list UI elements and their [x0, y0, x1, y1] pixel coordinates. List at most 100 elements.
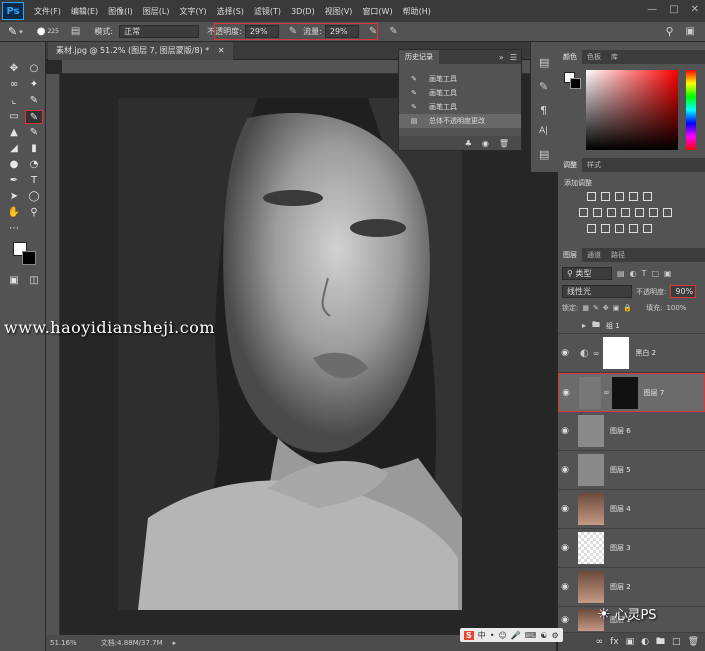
canvas-area[interactable]: [60, 74, 556, 635]
eye-icon[interactable]: ◉: [558, 582, 572, 592]
move-tool-icon[interactable]: ✥: [5, 62, 23, 76]
pressure-size-icon[interactable]: ✎: [389, 26, 397, 37]
blend-mode-select[interactable]: 线性光: [562, 285, 632, 298]
punctuation-icon[interactable]: •: [490, 631, 495, 640]
layer-thumbnail[interactable]: [579, 376, 601, 409]
lock-pixels-icon[interactable]: ✎: [593, 304, 599, 312]
emoji-icon[interactable]: ☺: [498, 631, 506, 640]
eye-icon[interactable]: ◉: [558, 543, 572, 553]
ime-mode-label[interactable]: 中: [478, 630, 486, 641]
posterize-icon[interactable]: [601, 224, 610, 233]
color-balance-icon[interactable]: [593, 208, 602, 217]
history-item[interactable]: ✎ 画笔工具: [399, 100, 521, 114]
layer-row[interactable]: ◉ ◐ ∞ 黑白 2: [558, 334, 705, 373]
menu-type[interactable]: 文字(Y): [179, 6, 206, 17]
tab-layers[interactable]: 图层: [558, 248, 582, 262]
new-layer-icon[interactable]: □: [672, 637, 681, 647]
layer-row-selected[interactable]: ◉ ∞ 图层 7: [558, 373, 705, 412]
curves-icon[interactable]: [615, 192, 624, 201]
magic-wand-icon[interactable]: ✦: [25, 78, 43, 92]
search-icon[interactable]: ⚲: [665, 25, 673, 38]
tab-styles[interactable]: 样式: [582, 158, 606, 172]
fill-value[interactable]: 100%: [666, 304, 686, 312]
history-panel-icon[interactable]: ▤: [539, 56, 549, 69]
zoom-level[interactable]: 51.16%: [50, 639, 77, 647]
crop-tool-icon[interactable]: ⌞: [5, 94, 23, 108]
tab-libraries[interactable]: 库: [606, 50, 623, 64]
eraser-icon[interactable]: ◢: [5, 142, 23, 156]
exposure-icon[interactable]: [629, 192, 638, 201]
workspace-icon[interactable]: ▣: [686, 26, 695, 37]
layer-thumbnail[interactable]: [578, 415, 604, 447]
gradient-tool-icon[interactable]: ▮: [25, 142, 43, 156]
menu-3d[interactable]: 3D(D): [291, 7, 315, 16]
brush-settings-icon[interactable]: ✎: [539, 80, 548, 93]
menu-help[interactable]: 帮助(H): [403, 6, 431, 17]
pixel-filter-icon[interactable]: ▤: [617, 269, 625, 278]
menu-icon[interactable]: ☰: [510, 53, 517, 62]
new-adjustment-icon[interactable]: ◐: [641, 637, 649, 647]
trash-icon[interactable]: 🗑: [688, 637, 699, 647]
type-filter-icon[interactable]: T: [642, 269, 647, 278]
new-document-from-state-icon[interactable]: ♣: [465, 139, 472, 148]
mode-select[interactable]: 正常: [119, 25, 200, 38]
brush-tool-icon[interactable]: ✎: [25, 110, 43, 124]
eye-icon[interactable]: ◉: [558, 426, 572, 436]
color-lookup-icon[interactable]: [649, 208, 658, 217]
menu-edit[interactable]: 编辑(E): [71, 6, 98, 17]
chevron-down-icon[interactable]: ▾: [19, 28, 23, 36]
adjustment-filter-icon[interactable]: ◐: [630, 269, 637, 278]
properties-icon[interactable]: ▤: [539, 148, 549, 161]
keyboard-icon[interactable]: ⌨: [525, 631, 537, 640]
eye-icon[interactable]: ◉: [558, 348, 572, 358]
new-group-icon[interactable]: 🖿: [656, 634, 665, 650]
close-icon[interactable]: ✕: [218, 46, 225, 55]
levels-icon[interactable]: [601, 192, 610, 201]
fx-icon[interactable]: fx: [610, 637, 619, 647]
restore-icon[interactable]: □: [669, 4, 678, 15]
eyedropper-icon[interactable]: ✎: [25, 94, 43, 108]
blur-tool-icon[interactable]: ●: [5, 158, 23, 172]
layer-opacity-input[interactable]: 90%: [670, 285, 697, 298]
dodge-tool-icon[interactable]: ◔: [25, 158, 43, 172]
history-brush-icon[interactable]: ✎: [25, 126, 43, 140]
quick-mask-icon[interactable]: ▣: [5, 274, 23, 288]
trash-icon[interactable]: 🗑: [499, 139, 509, 148]
chevron-right-icon[interactable]: ▸: [582, 321, 586, 330]
settings-icon[interactable]: ⚙: [552, 631, 559, 640]
lock-transparent-icon[interactable]: ▦: [582, 304, 589, 312]
lock-artboard-icon[interactable]: ▣: [613, 304, 620, 312]
document-info[interactable]: 文档:4.88M/37.7M: [101, 638, 163, 648]
layer-row-group[interactable]: ▸ 🖿 组 1: [558, 318, 705, 334]
layer-row[interactable]: ◉ 图层 5: [558, 451, 705, 490]
menu-image[interactable]: 图像(I): [108, 6, 133, 17]
history-item[interactable]: ✎ 画笔工具: [399, 86, 521, 100]
smart-object-filter-icon[interactable]: ▣: [664, 269, 672, 278]
layer-thumbnail[interactable]: [578, 454, 604, 486]
hue-slider[interactable]: [686, 70, 696, 150]
type-tool-icon[interactable]: T: [25, 174, 43, 188]
black-white-icon[interactable]: [607, 208, 616, 217]
vibrance-icon[interactable]: [643, 192, 652, 201]
gradient-map-icon[interactable]: [643, 224, 652, 233]
eye-icon[interactable]: ◉: [558, 615, 572, 625]
hue-saturation-icon[interactable]: [579, 208, 588, 217]
close-icon[interactable]: ✕: [691, 4, 699, 15]
brush-preset-icon[interactable]: ●: [37, 26, 46, 37]
layer-row[interactable]: ◉ 图层 6: [558, 412, 705, 451]
shape-filter-icon[interactable]: □: [651, 269, 659, 278]
healing-brush-icon[interactable]: ▭: [5, 110, 23, 124]
channel-mixer-icon[interactable]: [635, 208, 644, 217]
eye-icon[interactable]: ◉: [559, 388, 573, 398]
history-item-selected[interactable]: ▤ 总体不透明度更改: [399, 114, 521, 128]
layer-row[interactable]: ◉ 图层 3: [558, 529, 705, 568]
layer-thumbnail[interactable]: [578, 571, 604, 603]
tab-swatches[interactable]: 色板: [582, 50, 606, 64]
zoom-tool-icon[interactable]: ⚲: [25, 206, 43, 220]
menu-file[interactable]: 文件(F): [34, 6, 61, 17]
character-icon[interactable]: A|: [539, 126, 548, 136]
marquee-tool-icon[interactable]: ○: [25, 62, 43, 76]
history-item[interactable]: ✎ 画笔工具: [399, 72, 521, 86]
layer-mask-thumbnail[interactable]: [611, 376, 638, 409]
collapse-icon[interactable]: »: [499, 53, 504, 62]
